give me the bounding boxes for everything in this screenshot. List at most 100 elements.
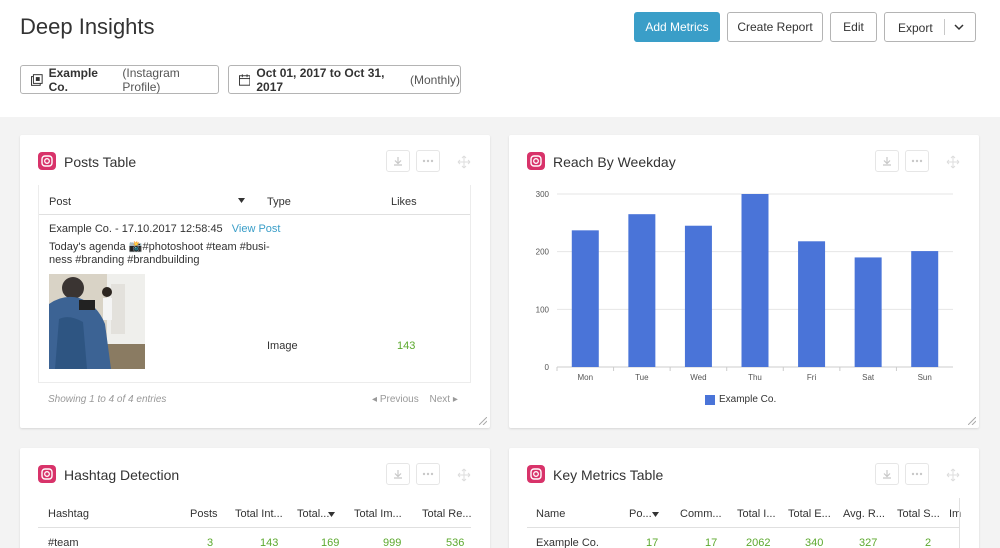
move-icon[interactable] (455, 466, 473, 484)
column-header-total-impressions[interactable]: Total Im... (354, 508, 402, 520)
total-interactions-cell: 2062 (746, 537, 771, 548)
sort-down-icon[interactable] (652, 512, 659, 517)
posts-cell: 17 (646, 537, 659, 548)
more-options-icon[interactable] (416, 463, 440, 485)
profile-type: (Instagram Profile) (122, 65, 180, 94)
card-title: Hashtag Detection (64, 467, 180, 483)
more-options-icon[interactable] (905, 463, 929, 485)
sort-down-icon[interactable] (238, 198, 245, 203)
date-filter[interactable]: Oct 01, 2017 to Oct 31, 2017 (Monthly) (228, 65, 461, 94)
column-header-avg-reach[interactable]: Avg. R... (843, 508, 885, 520)
column-header-posts[interactable]: Po... (629, 508, 652, 520)
calendar-icon (239, 73, 251, 86)
x-tick-label: Wed (690, 373, 706, 382)
column-header-hashtag[interactable]: Hashtag (48, 508, 89, 520)
entries-info: Showing 1 to 4 of 4 entries (48, 394, 167, 405)
column-header-total-reach[interactable]: Total Re... (422, 508, 472, 520)
next-page-button[interactable]: Next ▸ (430, 394, 458, 405)
bar (571, 230, 599, 367)
x-tick-label: Tue (635, 373, 649, 382)
column-header-total-saves[interactable]: Total S... (897, 508, 940, 520)
header-divider (527, 527, 960, 528)
instagram-icon (38, 465, 56, 483)
card-title: Key Metrics Table (553, 467, 664, 483)
legend-label[interactable]: Example Co. (719, 394, 776, 405)
date-period: (Monthly) (409, 72, 460, 87)
previous-page-button[interactable]: ◂ Previous (372, 394, 422, 405)
avg-reach-cell: 327 (859, 537, 878, 548)
header-divider (38, 527, 471, 528)
post-caption-line1: Today's agenda 📸#photoshoot #team #busi- (49, 241, 270, 253)
move-icon[interactable] (944, 466, 962, 484)
bar (628, 214, 656, 367)
view-post-link[interactable]: View Post (232, 223, 281, 235)
total-interactions-cell: 143 (260, 537, 279, 548)
page-title: Deep Insights (20, 14, 155, 39)
post-type: Image (267, 340, 298, 352)
bar (684, 225, 712, 367)
column-header-total-engagement[interactable]: Total... (297, 508, 329, 520)
post-caption-line2: ness #branding #brandbuilding (49, 254, 200, 266)
card-title: Posts Table (64, 154, 137, 170)
post-thumbnail[interactable] (49, 274, 145, 369)
y-tick-label: 300 (536, 190, 550, 199)
column-header-likes[interactable]: Likes (391, 196, 417, 208)
reach-bar-chart: 0 100 200 300 Mon Tue Wed Thu Fri Sat Sun (536, 190, 953, 382)
add-metrics-button[interactable]: Add Metrics (634, 12, 720, 42)
column-header-post[interactable]: Post (49, 196, 71, 208)
download-icon[interactable] (386, 463, 410, 485)
next-label: Next (429, 394, 451, 405)
card-header: Posts Table (20, 135, 490, 185)
resize-handle-icon[interactable] (479, 417, 487, 425)
card-header: Key Metrics Table (509, 448, 979, 498)
total-reach-cell: 536 (446, 537, 465, 548)
total-engagement-cell: 169 (321, 537, 340, 548)
posts-cell: 3 (207, 537, 214, 548)
more-options-icon[interactable] (416, 150, 440, 172)
column-header-total-interactions[interactable]: Total I... (737, 508, 776, 520)
export-button[interactable]: Export (884, 12, 976, 42)
column-header-name[interactable]: Name (536, 508, 565, 520)
profile-filter[interactable]: Example Co. (Instagram Profile) (20, 65, 219, 94)
edit-button[interactable]: Edit (830, 12, 877, 42)
header-divider (39, 214, 470, 215)
x-tick-label: Sun (918, 373, 932, 382)
y-tick-label: 200 (536, 248, 550, 257)
column-header-total-interactions[interactable]: Total Int... (235, 508, 283, 520)
y-tick-label: 0 (545, 363, 550, 372)
column-header-total-engagement[interactable]: Total E... (788, 508, 831, 520)
legend-swatch (705, 395, 715, 405)
post-author-date: Example Co. - 17.10.2017 12:58:45 (49, 223, 223, 235)
total-impressions-cell: 999 (383, 537, 402, 548)
column-header-comments[interactable]: Comm... (680, 508, 722, 520)
resize-handle-icon[interactable] (968, 417, 976, 425)
hashtag-detection-card: Hashtag Detection Hashtag Posts Total In… (20, 448, 490, 548)
download-icon[interactable] (875, 463, 899, 485)
date-range: Oct 01, 2017 to Oct 31, 2017 (256, 65, 385, 94)
post-meta: Example Co. - 17.10.2017 12:58:45 View P… (49, 223, 280, 235)
export-label: Export (898, 21, 933, 35)
chevron-down-icon[interactable] (954, 23, 964, 31)
name-cell: Example Co. (536, 537, 599, 548)
total-saves-cell: 2 (925, 537, 932, 548)
reach-chart-card: Reach By Weekday 0 100 200 300 Mon Tue Wed Thu F… (509, 135, 979, 428)
sort-down-icon[interactable] (328, 512, 335, 517)
top-bar: Deep Insights Add Metrics Create Report … (0, 0, 1000, 117)
create-report-button[interactable]: Create Report (727, 12, 823, 42)
bar (911, 251, 939, 367)
move-icon[interactable] (455, 153, 473, 171)
column-header-type[interactable]: Type (267, 196, 291, 208)
bar (741, 194, 769, 367)
profile-name: Example Co. (48, 65, 98, 94)
posts-table-card: Posts Table Post Type Likes Example Co. … (20, 135, 490, 428)
column-header-posts[interactable]: Posts (190, 508, 218, 520)
instagram-icon (38, 152, 56, 170)
profile-icon (31, 73, 43, 86)
download-icon[interactable] (386, 150, 410, 172)
x-tick-label: Sat (862, 373, 875, 382)
key-metrics-card: Key Metrics Table Name Po... Comm... Tot… (509, 448, 979, 548)
x-tick-label: Thu (748, 373, 762, 382)
table-scroll-edge (959, 498, 960, 548)
comments-cell: 17 (705, 537, 718, 548)
bar (798, 241, 826, 367)
